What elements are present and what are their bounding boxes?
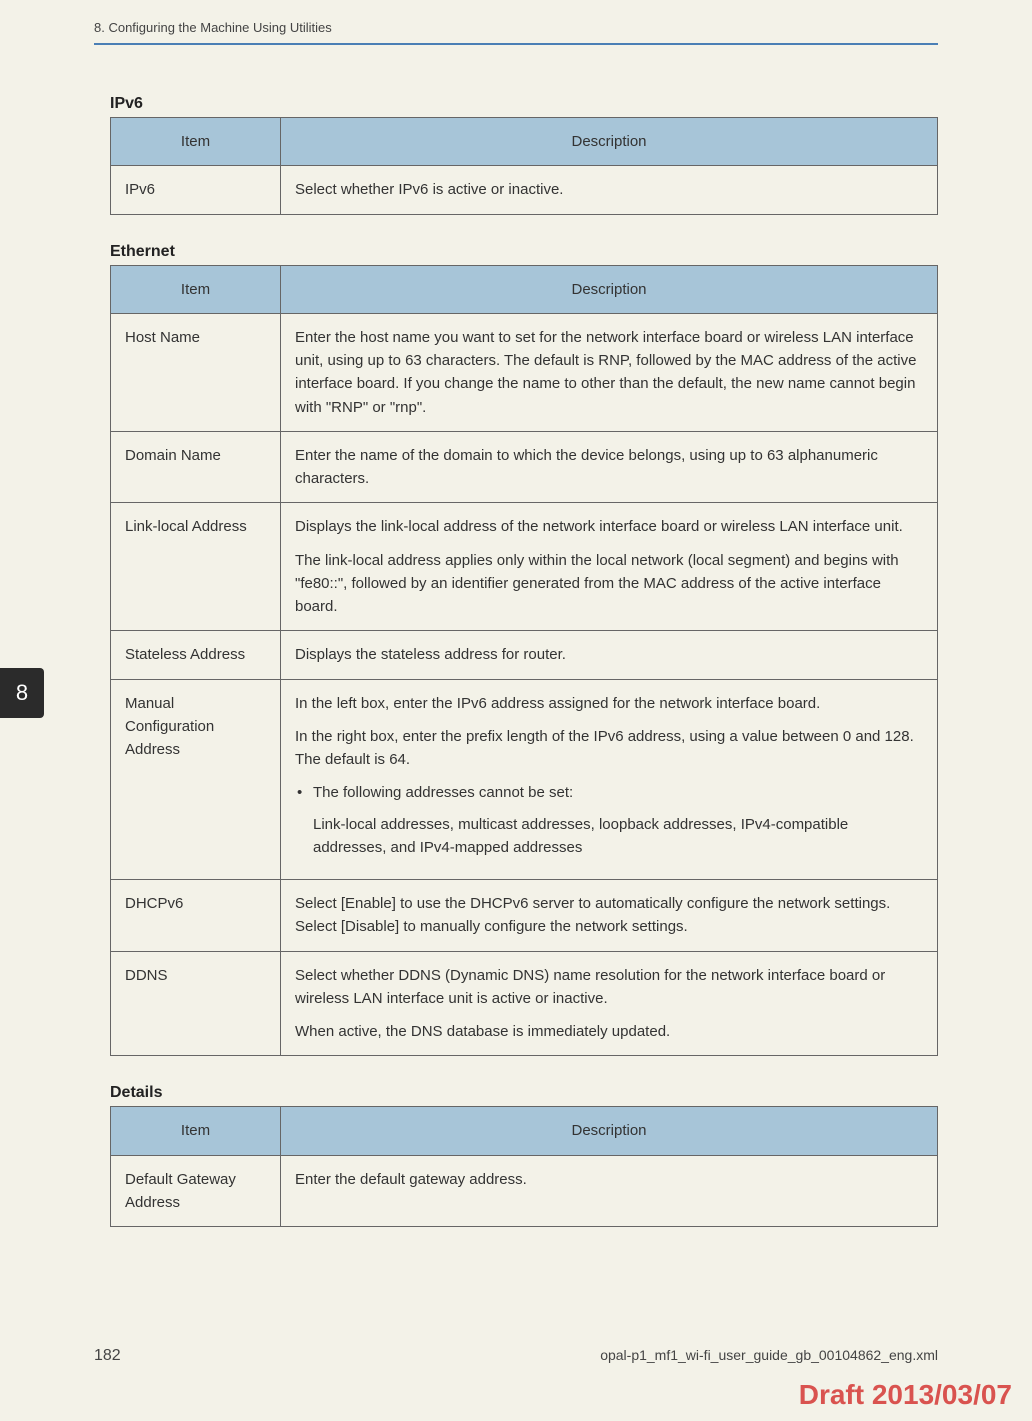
header-item: Item (111, 1107, 281, 1155)
header-description: Description (281, 118, 938, 166)
table-row: Default Gateway Address Enter the defaul… (111, 1155, 938, 1227)
footer-filename: opal-p1_mf1_wi-fi_user_guide_gb_00104862… (600, 1347, 938, 1365)
table-header-row: Item Description (111, 118, 938, 166)
description-paragraph: Select whether DDNS (Dynamic DNS) name r… (295, 964, 923, 1011)
bullet-text: The following addresses cannot be set: (313, 784, 573, 801)
table-row: Host Name Enter the host name you want t… (111, 313, 938, 431)
table-row: Manual Configuration Address In the left… (111, 679, 938, 880)
section-title-ipv6: IPv6 (110, 95, 938, 113)
cell-item: Manual Configuration Address (111, 679, 281, 880)
page-number: 182 (94, 1347, 121, 1365)
cell-item: Stateless Address (111, 631, 281, 679)
content-area: IPv6 Item Description IPv6 Select whethe… (0, 45, 1032, 1227)
header-description: Description (281, 265, 938, 313)
description-paragraph: Displays the link-local address of the n… (295, 515, 923, 538)
cell-item: Host Name (111, 313, 281, 431)
ipv6-table: Item Description IPv6 Select whether IPv… (110, 117, 938, 215)
cell-description: Displays the link-local address of the n… (281, 503, 938, 631)
bullet-list: The following addresses cannot be set: L… (295, 781, 923, 859)
bullet-sub-text: Link-local addresses, multicast addresse… (313, 813, 923, 860)
table-row: IPv6 Select whether IPv6 is active or in… (111, 166, 938, 214)
cell-description: Enter the host name you want to set for … (281, 313, 938, 431)
header-item: Item (111, 118, 281, 166)
header-description: Description (281, 1107, 938, 1155)
header-item: Item (111, 265, 281, 313)
section-title-ethernet: Ethernet (110, 243, 938, 261)
cell-description: Enter the name of the domain to which th… (281, 431, 938, 503)
list-item: The following addresses cannot be set: L… (313, 781, 923, 859)
side-tab-number: 8 (16, 680, 28, 706)
table-row: Domain Name Enter the name of the domain… (111, 431, 938, 503)
chapter-title: 8. Configuring the Machine Using Utiliti… (94, 20, 332, 35)
ethernet-table: Item Description Host Name Enter the hos… (110, 265, 938, 1057)
cell-item: Link-local Address (111, 503, 281, 631)
table-header-row: Item Description (111, 265, 938, 313)
details-table: Item Description Default Gateway Address… (110, 1106, 938, 1227)
draft-stamp: Draft 2013/03/07 (799, 1379, 1012, 1411)
description-paragraph: In the right box, enter the prefix lengt… (295, 725, 923, 772)
description-paragraph: The link-local address applies only with… (295, 549, 923, 619)
cell-item: Domain Name (111, 431, 281, 503)
cell-item: DHCPv6 (111, 880, 281, 952)
cell-item: DDNS (111, 951, 281, 1056)
description-paragraph: When active, the DNS database is immedia… (295, 1020, 923, 1043)
table-row: Stateless Address Displays the stateless… (111, 631, 938, 679)
cell-description: Select whether DDNS (Dynamic DNS) name r… (281, 951, 938, 1056)
page-footer: 182 opal-p1_mf1_wi-fi_user_guide_gb_0010… (0, 1347, 1032, 1365)
table-row: Link-local Address Displays the link-loc… (111, 503, 938, 631)
cell-description: Select [Enable] to use the DHCPv6 server… (281, 880, 938, 952)
cell-description: Displays the stateless address for route… (281, 631, 938, 679)
cell-description: Enter the default gateway address. (281, 1155, 938, 1227)
section-title-details: Details (110, 1084, 938, 1102)
table-row: DHCPv6 Select [Enable] to use the DHCPv6… (111, 880, 938, 952)
table-header-row: Item Description (111, 1107, 938, 1155)
side-tab: 8 (0, 668, 44, 718)
cell-item: Default Gateway Address (111, 1155, 281, 1227)
table-row: DDNS Select whether DDNS (Dynamic DNS) n… (111, 951, 938, 1056)
page-header: 8. Configuring the Machine Using Utiliti… (0, 0, 1032, 43)
cell-description: Select whether IPv6 is active or inactiv… (281, 166, 938, 214)
description-paragraph: In the left box, enter the IPv6 address … (295, 692, 923, 715)
cell-description: In the left box, enter the IPv6 address … (281, 679, 938, 880)
cell-item: IPv6 (111, 166, 281, 214)
